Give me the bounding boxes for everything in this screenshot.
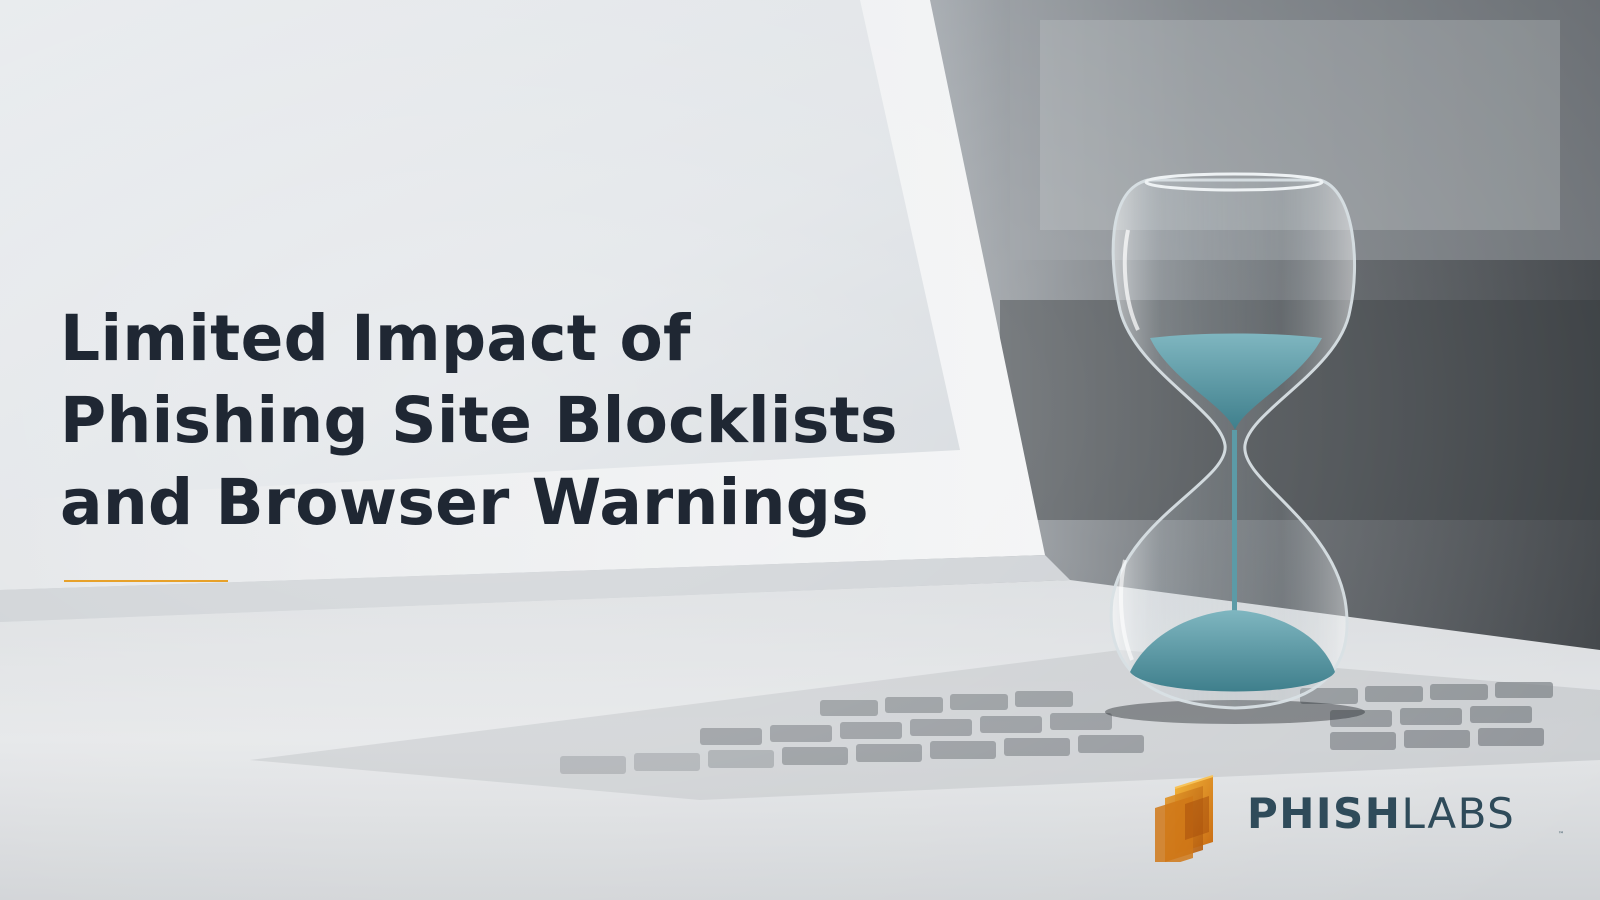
trademark-symbol: ™ xyxy=(1558,831,1564,838)
brand-name-part-1: PHISH xyxy=(1247,789,1402,838)
hero-banner: Limited Impact of Phishing Site Blocklis… xyxy=(0,0,1600,900)
stacked-squares-logo-icon xyxy=(1155,775,1214,862)
brand-name-part-2: LABS xyxy=(1401,789,1516,838)
title-line-3: and Browser Warnings xyxy=(60,466,869,539)
title-line-2: Phishing Site Blocklists xyxy=(60,384,898,457)
title-line-1: Limited Impact of xyxy=(60,302,691,375)
brand-wordmark: PHISHLABS xyxy=(1247,792,1515,836)
brand-logo: PHISHLABS ™ xyxy=(1155,762,1575,862)
hero-title: Limited Impact of Phishing Site Blocklis… xyxy=(60,298,960,544)
title-accent-divider xyxy=(64,580,228,582)
